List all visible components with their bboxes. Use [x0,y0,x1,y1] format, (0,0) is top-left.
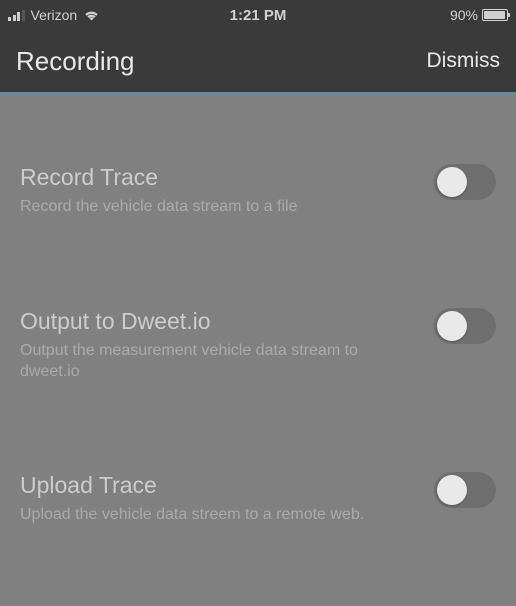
status-left: Verizon [8,7,100,23]
toggle-knob [437,475,467,505]
status-right: 90% [450,7,508,23]
setting-text: Output to Dweet.io Output the measuremen… [20,308,434,383]
carrier-label: Verizon [31,7,78,23]
setting-description: Upload the vehicle data streem to a remo… [20,505,418,526]
setting-record-trace: Record Trace Record the vehicle data str… [20,94,496,218]
setting-title: Record Trace [20,164,418,191]
setting-description: Record the vehicle data stream to a file [20,197,418,218]
upload-trace-toggle[interactable] [434,472,496,508]
setting-text: Record Trace Record the vehicle data str… [20,164,434,218]
toggle-knob [437,311,467,341]
battery-icon [482,9,508,21]
output-dweet-toggle[interactable] [434,308,496,344]
record-trace-toggle[interactable] [434,164,496,200]
setting-description: Output the measurement vehicle data stre… [20,341,418,383]
dismiss-button[interactable]: Dismiss [427,49,501,73]
setting-title: Upload Trace [20,472,418,499]
setting-upload-trace: Upload Trace Upload the vehicle data str… [20,382,496,526]
setting-text: Upload Trace Upload the vehicle data str… [20,472,434,526]
status-time: 1:21 PM [230,7,287,24]
battery-pct: 90% [450,7,478,23]
signal-icon [8,9,25,21]
status-bar: Verizon 1:21 PM 90% [0,0,516,30]
setting-title: Output to Dweet.io [20,308,418,335]
page-title: Recording [16,46,135,77]
settings-list: Record Trace Record the vehicle data str… [0,94,516,526]
setting-output-dweet: Output to Dweet.io Output the measuremen… [20,218,496,383]
toggle-knob [437,167,467,197]
wifi-icon [83,9,100,21]
nav-bar: Recording Dismiss [0,30,516,92]
